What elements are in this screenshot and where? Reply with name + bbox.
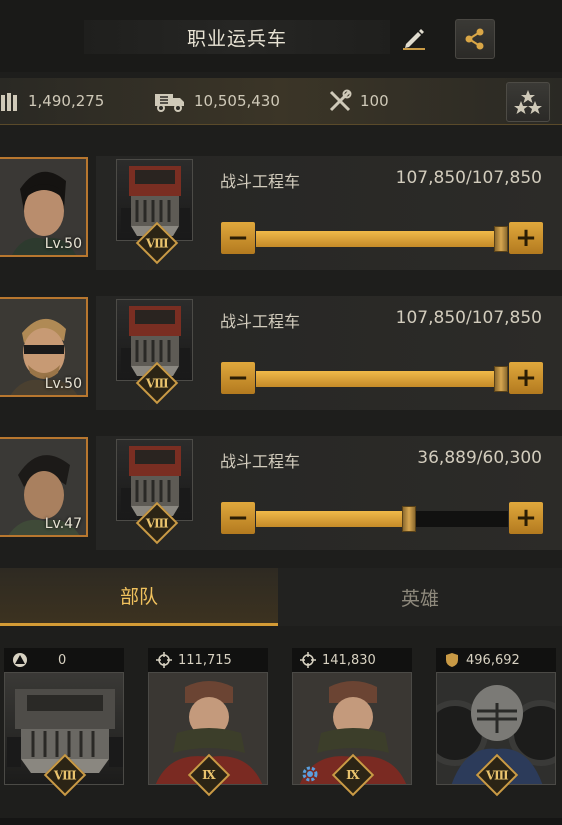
decrease-button[interactable]: − (221, 222, 255, 254)
increase-button[interactable]: + (509, 222, 543, 254)
pencil-icon[interactable] (398, 22, 430, 54)
squad-panel: Ⅷ 战斗工程车 107,850/107,850 − + (96, 156, 562, 270)
repair-value: 100 (360, 92, 389, 110)
tab-heroes[interactable]: 英雄 (278, 568, 562, 626)
resource-bar: 1,490,275 10,505,430 100 (0, 78, 562, 125)
card-stat: 0 (4, 648, 124, 672)
squad-row: Lv.50 Ⅷ 战斗工程车 107,850/107,850 − + (0, 156, 562, 276)
ammo-resource: 1,490,275 (0, 78, 104, 124)
hero-card[interactable]: 496,692 Ⅷ (436, 648, 556, 797)
ammo-value: 1,490,275 (28, 92, 105, 110)
squad-row: Lv.50 Ⅷ 战斗工程车 107,850/107,850 − + (0, 296, 562, 416)
card-stat-value: 111,715 (178, 652, 232, 668)
stars-icon[interactable] (506, 82, 550, 122)
card-stat: 141,830 (292, 648, 412, 672)
decrease-button[interactable]: − (221, 502, 255, 534)
slider-thumb[interactable] (402, 506, 416, 532)
minus-icon: − (227, 223, 249, 253)
slider-fill (256, 371, 501, 387)
truck-value: 10,505,430 (194, 92, 280, 110)
slider-fill (256, 231, 501, 247)
plus-icon: + (515, 363, 537, 393)
slider-fill (256, 511, 409, 527)
plus-icon: + (515, 503, 537, 533)
troop-slider[interactable] (256, 366, 508, 392)
hero-card[interactable]: 111,715 Ⅸ (148, 648, 268, 797)
share-nodes-icon[interactable] (455, 19, 495, 59)
minus-icon: − (227, 363, 249, 393)
card-stat: 496,692 (436, 648, 556, 672)
triangle-circle-icon (13, 653, 27, 667)
truck-icon (155, 94, 184, 112)
troop-slider[interactable] (256, 506, 508, 532)
formation-title: 职业运兵车 (84, 20, 390, 54)
slider-thumb[interactable] (494, 226, 508, 252)
hero-level: Lv.50 (44, 376, 82, 392)
squad-panel: Ⅷ 战斗工程车 107,850/107,850 − + (96, 296, 562, 410)
squad-row: Lv.47 Ⅷ 战斗工程车 36,889/60,300 − + (0, 436, 562, 556)
unit-count: 107,850/107,850 (395, 168, 542, 188)
tab-bar: 部队 英雄 (0, 568, 562, 626)
decrease-button[interactable]: − (221, 362, 255, 394)
header-bar: 职业运兵车 (0, 0, 562, 72)
truck-resource: 10,505,430 (154, 78, 280, 124)
card-stat-value: 496,692 (466, 652, 520, 668)
squad-panel: Ⅷ 战斗工程车 36,889/60,300 − + (96, 436, 562, 550)
tab-troops[interactable]: 部队 (0, 568, 278, 626)
unit-name: 战斗工程车 (220, 312, 301, 331)
ammo-icon (1, 93, 17, 111)
minus-icon: − (227, 503, 249, 533)
hero-portrait[interactable]: Lv.50 (0, 157, 88, 257)
gear-icon (302, 766, 318, 782)
crosshair-icon (300, 652, 316, 668)
hero-portrait[interactable]: Lv.50 (0, 297, 88, 397)
unit-name: 战斗工程车 (220, 172, 301, 191)
troop-slider[interactable] (256, 226, 508, 252)
hero-card[interactable]: 141,830 Ⅸ (292, 648, 412, 797)
repair-resource: 100 (328, 78, 389, 124)
card-grid: 0 Ⅷ 111,715 Ⅸ 141,830 Ⅸ 496,692 Ⅷ (0, 638, 562, 825)
slider-thumb[interactable] (494, 366, 508, 392)
hero-portrait[interactable]: Lv.47 (0, 437, 88, 537)
hero-level: Lv.50 (44, 236, 82, 252)
unit-count: 107,850/107,850 (395, 308, 542, 328)
vehicle-card[interactable]: 0 Ⅷ (4, 648, 124, 797)
shield-icon (446, 653, 458, 667)
unit-name: 战斗工程车 (220, 452, 301, 471)
plus-icon: + (515, 223, 537, 253)
increase-button[interactable]: + (509, 502, 543, 534)
card-stat: 111,715 (148, 648, 268, 672)
wrench-cross-icon (329, 89, 352, 112)
increase-button[interactable]: + (509, 362, 543, 394)
card-stat-value: 0 (58, 652, 67, 668)
crosshair-icon (156, 652, 172, 668)
unit-count: 36,889/60,300 (417, 448, 542, 468)
card-stat-value: 141,830 (322, 652, 376, 668)
bottom-edge (0, 818, 562, 825)
hero-level: Lv.47 (44, 516, 82, 532)
